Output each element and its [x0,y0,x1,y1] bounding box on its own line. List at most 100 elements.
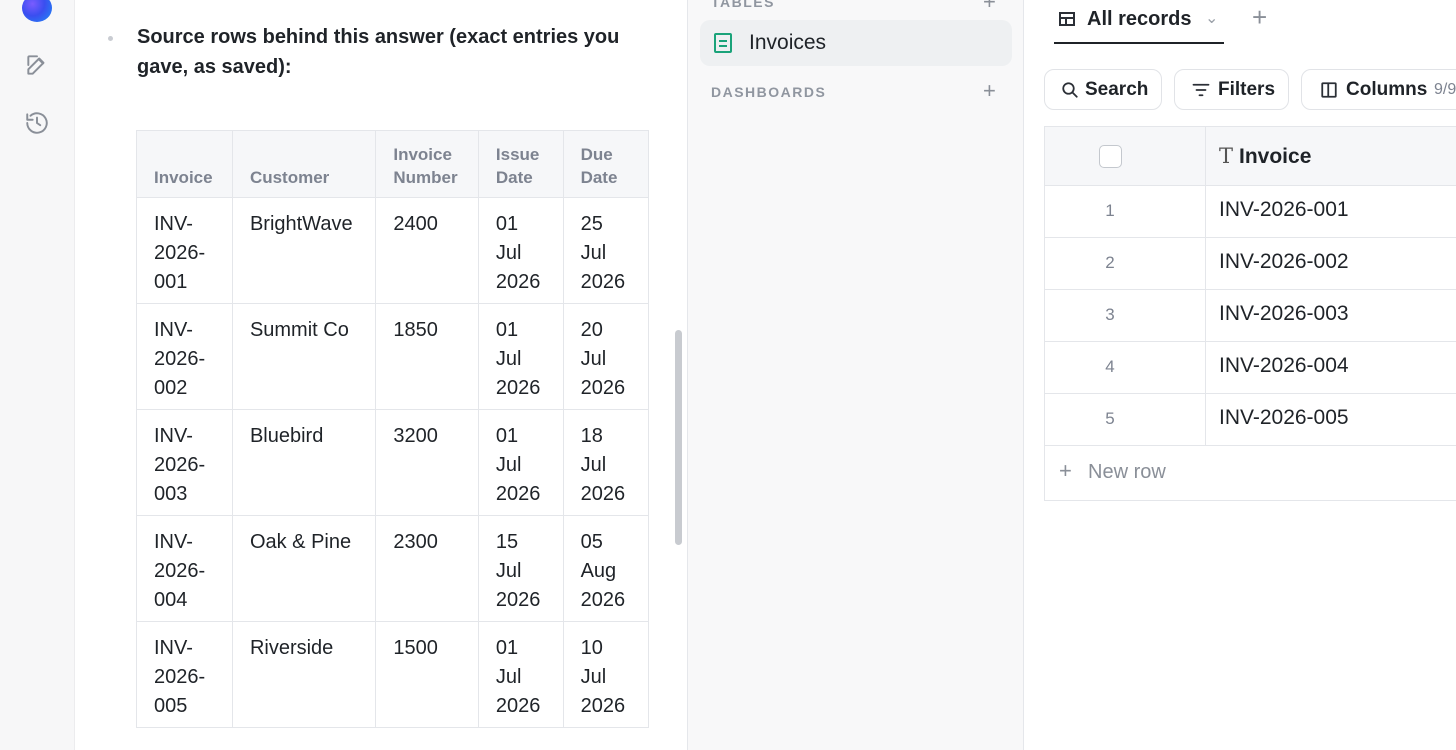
add-dashboard-button[interactable]: + [983,80,996,102]
cell-invoice: INV- 2026- 002 [136,303,233,410]
chevron-down-icon[interactable]: ⌄ [1205,8,1218,28]
grid-row[interactable]: 2 INV-2026-002 [1045,238,1456,290]
cell-due-date: 05 Aug 2026 [562,515,649,622]
source-table-container: Invoice Customer Invoice Number Issue Date… [136,130,649,730]
bullet-text: Source rows behind this answer (exact en… [137,26,620,78]
chat-pane: Source rows behind this answer (exact en… [75,0,687,750]
cell-invoice[interactable]: INV-2026-003 [1219,302,1349,326]
left-rail [0,0,75,750]
col-header-invoice: Invoice [136,130,233,198]
table-grid-icon [1059,12,1075,26]
bullet-marker [108,36,113,41]
filters-button[interactable]: Filters [1174,69,1289,110]
sidebar-item-invoices[interactable]: Invoices [700,20,1012,66]
cell-invoice[interactable]: INV-2026-005 [1219,406,1349,430]
col-header-customer: Customer [231,130,377,198]
app-window: Source rows behind this answer (exact en… [0,0,1456,750]
columns-icon [1320,81,1338,105]
search-button[interactable]: Search [1044,69,1162,110]
select-all-cell [1045,127,1206,185]
new-row-label: New row [1088,461,1166,483]
columns-count: 9/9 [1434,81,1456,98]
sidebar-item-label: Invoices [749,31,827,54]
row-number: 2 [1105,253,1115,272]
cell-issue-date: 01 Jul 2026 [477,197,564,304]
cell-issue-date: 01 Jul 2026 [477,303,564,410]
source-rows-table: Invoice Customer Invoice Number Issue Date… [136,130,649,728]
search-icon [1061,81,1079,105]
cell-due-date: 10 Jul 2026 [562,621,649,728]
grid-row[interactable]: 4 INV-2026-004 [1045,342,1456,394]
plus-icon: + [1059,458,1072,483]
assistant-orb-icon[interactable] [22,0,52,22]
records-pane: All records ⌄ + Search Filters Columns 9… [1025,0,1456,750]
cell-due-date: 20 Jul 2026 [562,303,649,410]
tables-section-label: TABLES [711,0,775,10]
text-type-icon: T [1219,144,1234,168]
cell-customer: BrightWave [231,197,377,304]
table-row: INV- 2026- 003 Bluebird 3200 01 Jul 2026 18 Jul 20… [136,409,649,516]
cell-invoice[interactable]: INV-2026-004 [1219,354,1349,378]
cell-invoice-number: 1850 [375,303,479,410]
row-number-cell: 3 [1045,290,1206,341]
table-row: INV- 2026- 005 Riverside 1500 01 Jul 2026 10 Jul 2… [136,621,649,728]
tables-sidebar: TABLES + Invoices DASHBOARDS + [688,0,1024,750]
cell-invoice-number: 3200 [375,409,479,516]
row-number-cell: 5 [1045,394,1206,445]
row-number: 5 [1105,409,1115,428]
dashboards-section-label: DASHBOARDS [711,84,827,100]
filters-label: Filters [1218,79,1276,100]
cell-customer: Bluebird [231,409,377,516]
select-all-checkbox[interactable] [1099,145,1122,168]
table-row: INV- 2026- 001 BrightWave 2400 01 Jul 2026 25 Jul… [136,197,649,304]
cell-invoice[interactable]: INV-2026-002 [1219,250,1349,274]
cell-customer: Summit Co [231,303,377,410]
add-table-button[interactable]: + [983,0,996,13]
cell-due-date: 18 Jul 2026 [562,409,649,516]
cell-customer: Oak & Pine [231,515,377,622]
chat-scrollbar[interactable] [675,330,682,545]
cell-due-date: 25 Jul 2026 [562,197,649,304]
cell-customer: Riverside [231,621,377,728]
row-number-cell: 2 [1045,238,1206,289]
col-header-due-date: Due Date [562,130,649,198]
table-row: INV- 2026- 002 Summit Co 1850 01 Jul 2026 20 Jul 2… [136,303,649,410]
compose-icon[interactable] [24,52,52,80]
table-header-row: Invoice Customer Invoice Number Issue Date… [136,130,649,198]
cell-invoice-number: 2300 [375,515,479,622]
history-icon[interactable] [24,110,52,138]
column-header-invoice[interactable]: T Invoice [1219,144,1311,169]
cell-issue-date: 15 Jul 2026 [477,515,564,622]
row-number: 3 [1105,305,1115,324]
tab-label: All records [1087,8,1192,30]
add-view-button[interactable]: + [1252,4,1267,30]
column-header-label: Invoice [1239,145,1312,168]
grid-row[interactable]: 1 INV-2026-001 [1045,186,1456,238]
new-row-button[interactable]: + New row [1045,446,1456,500]
cell-invoice-number: 2400 [375,197,479,304]
row-number: 4 [1105,357,1115,376]
filter-icon [1192,82,1210,104]
records-grid: T Invoice 1 INV-2026-001 2 INV-2026-002 3 INV-… [1044,126,1456,501]
grid-row[interactable]: 5 INV-2026-005 [1045,394,1456,446]
columns-button[interactable]: Columns 9/9 [1301,69,1456,110]
table-row: INV- 2026- 004 Oak & Pine 2300 15 Jul 2026 05 Aug… [136,515,649,622]
row-number-cell: 1 [1045,186,1206,237]
cell-invoice[interactable]: INV-2026-001 [1219,198,1349,222]
document-icon [714,33,732,53]
search-label: Search [1085,79,1149,100]
row-number-cell: 4 [1045,342,1206,393]
cell-invoice: INV- 2026- 003 [136,409,233,516]
active-tab-underline [1054,42,1224,44]
columns-label: Columns [1346,79,1428,100]
grid-row[interactable]: 3 INV-2026-003 [1045,290,1456,342]
col-header-invoice-number: Invoice Number [375,130,479,198]
row-number: 1 [1105,201,1115,220]
cell-invoice: INV- 2026- 001 [136,197,233,304]
grid-header-row: T Invoice [1045,127,1456,186]
cell-invoice: INV- 2026- 005 [136,621,233,728]
cell-invoice-number: 1500 [375,621,479,728]
col-header-issue-date: Issue Date [477,130,564,198]
cell-issue-date: 01 Jul 2026 [477,621,564,728]
cell-invoice: INV- 2026- 004 [136,515,233,622]
